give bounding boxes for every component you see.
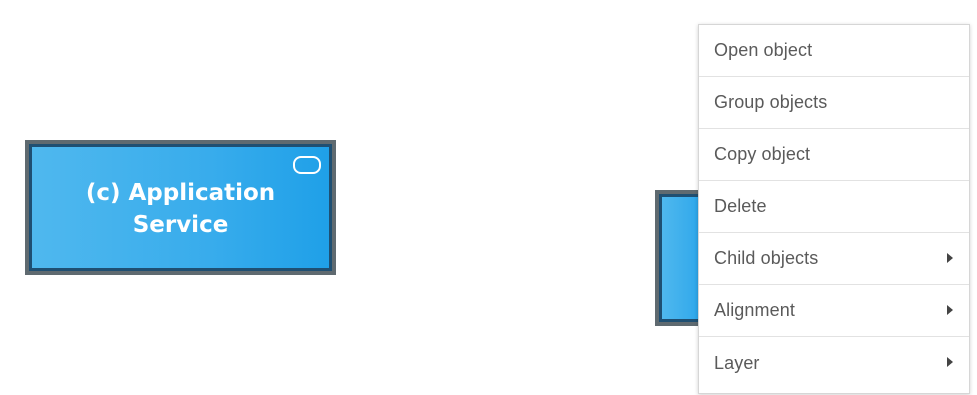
node-body[interactable]: (c) Application Service [29,144,332,271]
menu-item-delete[interactable]: Delete [699,181,969,233]
menu-item-label: Layer [714,352,760,373]
menu-item-label: Group objects [714,92,828,112]
application-service-icon [293,156,321,174]
chevron-right-icon [947,252,953,263]
menu-item-group-objects[interactable]: Group objects [699,77,969,129]
menu-item-label: Delete [714,196,767,216]
menu-item-child-objects[interactable]: Child objects [699,233,969,285]
menu-item-label: Child objects [714,248,819,268]
application-service-node[interactable]: (c) Application Service [25,140,336,275]
chevron-right-icon [947,357,953,367]
chevron-right-icon [947,304,953,315]
menu-item-copy-object[interactable]: Copy object [699,129,969,181]
node-label: (c) Application Service [85,179,276,238]
menu-item-alignment[interactable]: Alignment [699,285,969,337]
diagram-canvas[interactable]: (c) Application Service Open object Grou… [0,0,977,395]
menu-item-label: Copy object [714,144,811,164]
context-menu: Open object Group objects Copy object De… [698,24,970,394]
menu-item-label: Alignment [714,300,795,320]
menu-item-label: Open object [714,40,813,60]
menu-item-open-object[interactable]: Open object [699,25,969,77]
menu-item-layer[interactable]: Layer [699,337,969,389]
